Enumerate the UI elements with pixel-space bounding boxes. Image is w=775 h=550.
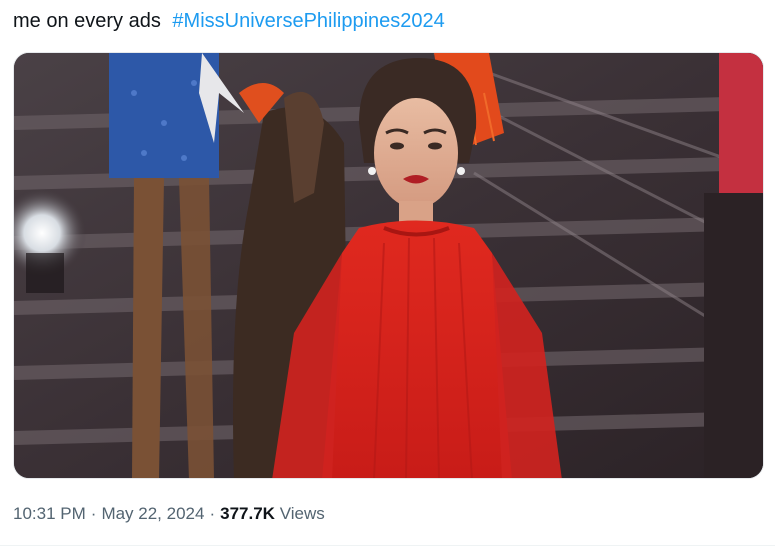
tweet: me on every ads #MissUniversePhilippines… (0, 0, 775, 550)
views-label: Views (279, 504, 325, 523)
meta-separator-2: · (209, 504, 216, 523)
divider (0, 545, 775, 546)
tweet-media-image[interactable] (13, 52, 764, 479)
tweet-metadata: 10:31 PM · May 22, 2024 · 377.7K Views (13, 503, 325, 525)
tweet-text: me on every ads #MissUniversePhilippines… (13, 8, 445, 34)
tweet-time-link[interactable]: 10:31 PM (13, 504, 86, 523)
tweet-date-link[interactable]: May 22, 2024 (101, 504, 204, 523)
hashtag-link[interactable]: #MissUniversePhilippines2024 (172, 10, 444, 32)
views-count: 377.7K (220, 504, 275, 523)
meta-separator: · (90, 504, 97, 523)
tweet-text-body: me on every ads (13, 10, 161, 32)
